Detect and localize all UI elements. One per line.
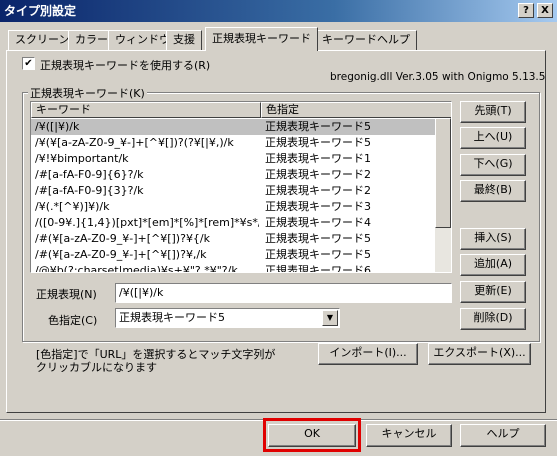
color-cell: 正規表現キーワード5 <box>265 136 371 149</box>
keyword-cell: /#[a-fA-F0-9]{6}?/k <box>35 168 144 181</box>
export-button[interactable]: エクスポート(X)... <box>428 343 531 365</box>
column-keyword-header[interactable]: キーワード <box>31 102 261 118</box>
color-cell: 正規表現キーワード5 <box>265 232 371 245</box>
table-row[interactable]: /¥!¥bimportant/k 正規表現キーワード1 <box>31 151 435 167</box>
list-scrollbar[interactable] <box>435 118 451 272</box>
list-header: キーワード 色指定 <box>31 102 451 118</box>
keyword-cell: /#(¥[a-zA-Z0-9_¥-]+[^¥[])?¥{/k <box>35 232 211 245</box>
keyword-cell: /¥(¥[a-zA-Z0-9_¥-]+[^¥[])?(?¥[|¥,)/k <box>35 136 234 149</box>
color-cell: 正規表現キーワード5 <box>265 120 371 133</box>
use-regex-checkbox[interactable]: ✔ <box>22 57 35 70</box>
move-up-button[interactable]: 上へ(U) <box>460 127 526 149</box>
color-field-label: 色指定(C) <box>48 314 98 327</box>
color-select[interactable]: 正規表現キーワード5 ▼ <box>115 308 340 328</box>
group-label: 正規表現キーワード(K) <box>28 85 147 101</box>
help-button[interactable]: ヘルプ <box>460 424 546 447</box>
header-label: 色指定 <box>266 103 299 116</box>
color-cell: 正規表現キーワード5 <box>265 248 371 261</box>
move-down-button[interactable]: 下へ(G) <box>460 154 526 176</box>
update-button[interactable]: 更新(E) <box>460 281 526 303</box>
keyword-cell: /#[a-fA-F0-9]{3}?/k <box>35 184 144 197</box>
table-row[interactable]: /¥(¥[a-zA-Z0-9_¥-]+[^¥[])?(?¥[|¥,)/k 正規表… <box>31 135 435 151</box>
table-row[interactable]: /#(¥[a-zA-Z0-9_¥-]+[^¥[])?¥,/k 正規表現キーワード… <box>31 247 435 263</box>
use-regex-label[interactable]: 正規表現キーワードを使用する(R) <box>40 57 210 73</box>
keyword-cell: /@¥b(?:charset|media)¥s+¥"?.*¥"?/k <box>35 264 238 273</box>
table-row[interactable]: /#[a-fA-F0-9]{6}?/k 正規表現キーワード2 <box>31 167 435 183</box>
regex-input[interactable]: /¥([|¥)/k <box>115 283 452 303</box>
table-row[interactable]: /([0-9¥.]{1,4})[pxt]*[em]*[%]*[rem]*¥s*/… <box>31 215 435 231</box>
add-button[interactable]: 追加(A) <box>460 254 526 276</box>
column-color-header[interactable]: 色指定 <box>261 102 451 118</box>
chevron-down-icon[interactable]: ▼ <box>322 310 338 326</box>
import-button[interactable]: インポート(I)... <box>318 343 418 365</box>
table-row[interactable]: /¥(.*[^¥)]¥)/k 正規表現キーワード3 <box>31 199 435 215</box>
color-cell: 正規表現キーワード3 <box>265 200 371 213</box>
color-select-value: 正規表現キーワード5 <box>119 311 225 324</box>
delete-button[interactable]: 削除(D) <box>460 308 526 330</box>
insert-button[interactable]: 挿入(S) <box>460 228 526 250</box>
table-row[interactable]: /¥([|¥)/k 正規表現キーワード5 <box>31 119 435 135</box>
keyword-cell: /#(¥[a-zA-Z0-9_¥-]+[^¥[])?¥,/k <box>35 248 207 261</box>
keyword-cell: /¥([|¥)/k <box>35 120 80 133</box>
color-cell: 正規表現キーワード1 <box>265 152 371 165</box>
table-row[interactable]: /#[a-fA-F0-9]{3}?/k 正規表現キーワード2 <box>31 183 435 199</box>
color-cell: 正規表現キーワード6 <box>265 264 371 273</box>
keyword-list[interactable]: キーワード 色指定 /¥([|¥)/k 正規表現キーワード5 /¥(¥[a-zA… <box>30 101 452 273</box>
cancel-button[interactable]: キャンセル <box>366 424 452 447</box>
check-icon: ✔ <box>24 58 33 69</box>
keyword-cell: /([0-9¥.]{1,4})[pxt]*[em]*[%]*[rem]*¥s*/… <box>35 216 259 229</box>
move-last-button[interactable]: 最終(B) <box>460 180 526 202</box>
scrollbar-thumb[interactable] <box>435 118 451 228</box>
ok-highlight-box <box>263 418 361 452</box>
move-top-button[interactable]: 先頭(T) <box>460 101 526 123</box>
keyword-cell: /¥(.*[^¥)]¥)/k <box>35 200 110 213</box>
table-row[interactable]: /#(¥[a-zA-Z0-9_¥-]+[^¥[])?¥{/k 正規表現キーワード… <box>31 231 435 247</box>
regex-field-label: 正規表現(N) <box>36 288 97 301</box>
color-cell: 正規表現キーワード4 <box>265 216 371 229</box>
version-text: bregonig.dll Ver.3.05 with Onigmo 5.13.5 <box>330 71 546 83</box>
header-label: キーワード <box>36 103 91 116</box>
note-line-2: クリッカブルになります <box>36 361 157 374</box>
color-cell: 正規表現キーワード2 <box>265 184 371 197</box>
keyword-cell: /¥!¥bimportant/k <box>35 152 129 165</box>
table-row[interactable]: /@¥b(?:charset|media)¥s+¥"?.*¥"?/k 正規表現キ… <box>31 263 435 273</box>
color-cell: 正規表現キーワード2 <box>265 168 371 181</box>
